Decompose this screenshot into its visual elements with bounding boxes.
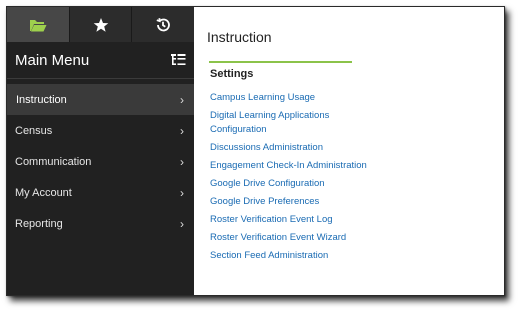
nav-item-label: My Account (15, 186, 72, 199)
nav-item-label: Instruction (16, 93, 67, 106)
main-content: Instruction Settings Campus Learning Usa… (194, 7, 504, 295)
star-icon (93, 17, 108, 32)
link-campus-learning-usage[interactable]: Campus Learning Usage (210, 91, 370, 105)
sidebar-tabs (7, 7, 195, 42)
list-tree-icon[interactable] (171, 54, 186, 66)
section-divider (209, 61, 352, 63)
nav-item-reporting[interactable]: Reporting › (7, 208, 194, 239)
main-nav: Instruction › Census › Communication › M… (7, 84, 194, 239)
nav-item-census[interactable]: Census › (7, 115, 194, 146)
chevron-right-icon: › (180, 216, 184, 231)
menu-title: Main Menu (15, 51, 90, 69)
app-window: Main Menu Instruction › Census › Communi… (6, 6, 505, 296)
folder-icon (29, 19, 47, 31)
sidebar: Main Menu Instruction › Census › Communi… (7, 7, 195, 295)
tab-favorites[interactable] (69, 7, 133, 42)
section-title: Settings (210, 68, 254, 80)
settings-links: Campus Learning Usage Digital Learning A… (210, 91, 370, 267)
link-google-drive-configuration[interactable]: Google Drive Configuration (210, 177, 370, 191)
chevron-right-icon: › (180, 154, 184, 169)
link-section-feed-administration[interactable]: Section Feed Administration (210, 249, 370, 263)
nav-item-label: Communication (15, 155, 92, 168)
link-google-drive-preferences[interactable]: Google Drive Preferences (210, 195, 370, 209)
link-roster-verification-event-wizard[interactable]: Roster Verification Event Wizard (210, 231, 370, 245)
tab-history[interactable] (132, 7, 195, 42)
nav-item-label: Census (15, 124, 53, 137)
link-roster-verification-event-log[interactable]: Roster Verification Event Log (210, 213, 370, 227)
nav-item-communication[interactable]: Communication › (7, 146, 194, 177)
chevron-right-icon: › (180, 123, 184, 138)
link-engagement-check-in-administration[interactable]: Engagement Check-In Administration (210, 159, 370, 173)
link-discussions-administration[interactable]: Discussions Administration (210, 141, 370, 155)
chevron-right-icon: › (180, 185, 184, 200)
tab-menu[interactable] (7, 7, 70, 42)
history-icon (156, 17, 171, 31)
chevron-right-icon: › (180, 92, 184, 107)
nav-item-my-account[interactable]: My Account › (7, 177, 194, 208)
nav-item-instruction[interactable]: Instruction › (7, 84, 194, 115)
link-digital-learning-applications-configuration[interactable]: Digital Learning Applications Configurat… (210, 109, 370, 137)
page-title: Instruction (207, 29, 272, 45)
nav-item-label: Reporting (15, 217, 63, 230)
menu-header: Main Menu (7, 42, 194, 79)
